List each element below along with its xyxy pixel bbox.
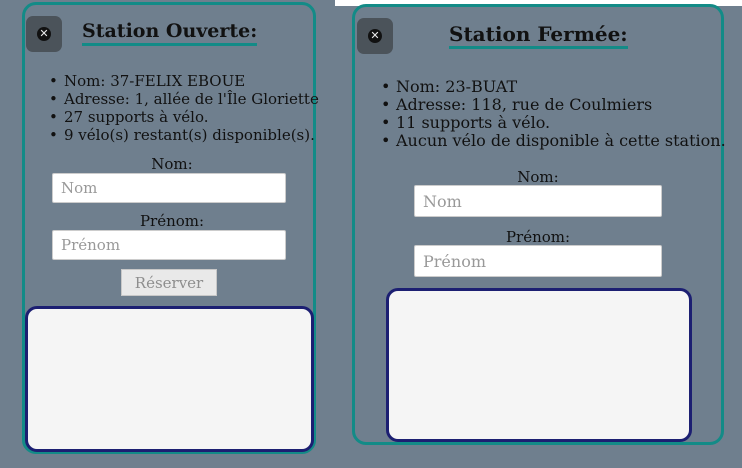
station-name: Nom: 23-BUAT <box>381 78 726 97</box>
close-button[interactable]: ✕ <box>26 16 62 52</box>
station-name: Nom: 37-FELIX EBOUE <box>49 72 319 90</box>
station-info-list: Nom: 37-FELIX EBOUE Adresse: 1, allée de… <box>49 72 319 144</box>
station-address: Adresse: 1, allée de l'Île Gloriette <box>49 90 319 108</box>
close-circle-icon: ✕ <box>37 27 51 41</box>
nom-input[interactable] <box>52 173 286 203</box>
panel-title: Station Ouverte: <box>82 20 258 46</box>
station-open-panel: ✕ Station Ouverte: Nom: 37-FELIX EBOUE A… <box>22 2 319 454</box>
nom-label: Nom: <box>517 168 559 186</box>
station-stands: 27 supports à vélo. <box>49 108 319 126</box>
prenom-label: Prénom: <box>139 212 205 230</box>
reserve-button[interactable]: Réserver <box>121 269 217 296</box>
prenom-label: Prénom: <box>505 228 571 246</box>
prenom-input[interactable] <box>52 230 286 260</box>
close-button[interactable]: ✕ <box>357 18 393 54</box>
prenom-input[interactable] <box>414 245 662 277</box>
station-bikes-available: 9 vélo(s) restant(s) disponible(s). <box>49 126 319 144</box>
station-bikes-available: Aucun vélo de disponible à cette station… <box>381 132 726 151</box>
station-stands: 11 supports à vélo. <box>381 114 726 133</box>
station-info-list: Nom: 23-BUAT Adresse: 118, rue de Coulmi… <box>381 78 726 151</box>
nom-input[interactable] <box>414 185 662 217</box>
nom-label: Nom: <box>151 155 193 173</box>
signature-canvas[interactable] <box>25 306 314 452</box>
station-closed-panel: ✕ Station Fermée: Nom: 23-BUAT Adresse: … <box>352 4 726 445</box>
station-address: Adresse: 118, rue de Coulmiers <box>381 96 726 115</box>
panel-title: Station Fermée: <box>449 23 628 49</box>
signature-canvas[interactable] <box>386 288 692 442</box>
close-circle-icon: ✕ <box>368 29 382 43</box>
